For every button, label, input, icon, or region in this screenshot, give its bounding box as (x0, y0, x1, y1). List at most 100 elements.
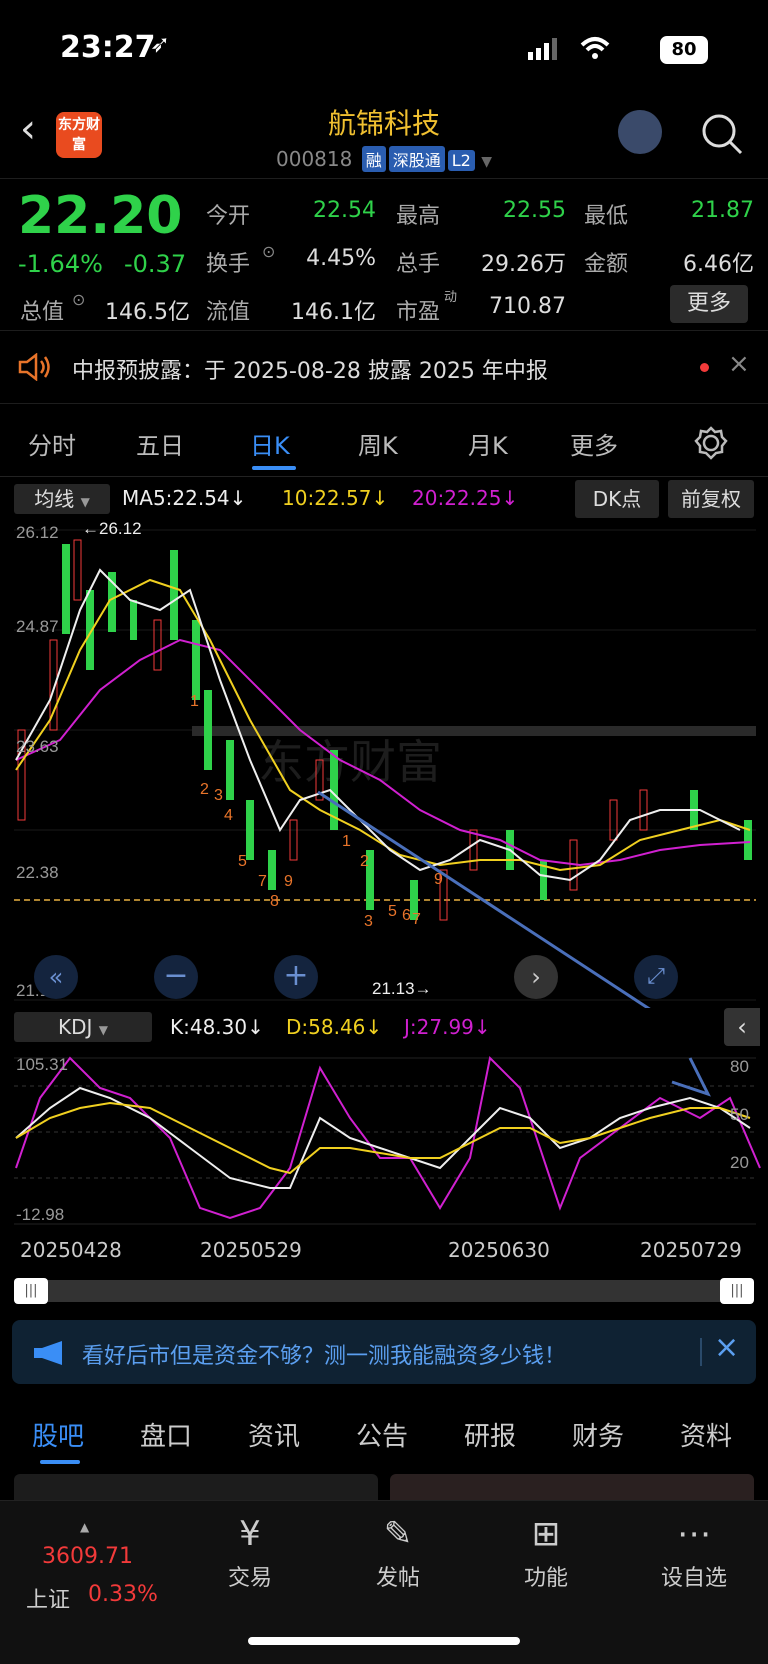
more-button[interactable]: 更多 (670, 285, 748, 323)
tab-news[interactable]: 资讯 (248, 1416, 300, 1453)
scroll-right-button[interactable]: › (514, 955, 558, 999)
notice-bar[interactable]: 中报预披露：于 2025-08-28 披露 2025 年中报 × (0, 330, 768, 404)
svg-text:1: 1 (190, 693, 199, 710)
speaker-icon (18, 353, 50, 381)
scroll-left-button[interactable]: « (34, 955, 78, 999)
kdj-chart[interactable]: 105.31 -12.98 80 50 20 (0, 1048, 768, 1228)
tab-five-day[interactable]: 五日 (136, 426, 184, 461)
date-label: 20250729 (640, 1238, 742, 1262)
tab-weekly-k[interactable]: 周K (358, 426, 398, 461)
svg-text:8: 8 (270, 893, 279, 910)
price-label: 24.87 (16, 617, 59, 636)
adjust-button[interactable]: 前复权 (668, 480, 754, 518)
tab-guba[interactable]: 股吧 (32, 1416, 84, 1453)
svg-text:5: 5 (388, 903, 397, 920)
kdj-right-label: 50 (730, 1105, 749, 1124)
tab-research[interactable]: 研报 (464, 1416, 516, 1453)
svg-text:1: 1 (342, 833, 351, 850)
margin-promo-banner[interactable]: 看好后市但是资金不够？测一测我能融资多少钱！ × (12, 1320, 756, 1384)
tag-margin: 融 (361, 146, 386, 172)
chevron-down-icon: ▼ (98, 1023, 108, 1037)
banner-text: 看好后市但是资金不够？测一测我能融资多少钱！ (82, 1344, 567, 1369)
index-change: 0.33% (88, 1582, 158, 1607)
index-value: 3609.71 (42, 1544, 133, 1569)
dk-button[interactable]: DK点 (575, 480, 659, 518)
gear-icon[interactable] (694, 426, 728, 460)
notice-text: 中报预披露：于 2025-08-28 披露 2025 年中报 (72, 359, 548, 384)
battery-icon: 80 (660, 36, 708, 64)
tab-financials[interactable]: 财务 (572, 1416, 624, 1453)
rocket-icon: ➶ (150, 30, 171, 58)
search-icon[interactable] (700, 112, 744, 156)
range-handle-right[interactable]: ||| (720, 1278, 754, 1304)
robot-assistant-icon[interactable] (618, 110, 662, 154)
label-pe: 市盈 (396, 300, 441, 325)
label-high: 最高 (396, 204, 441, 229)
kline-chart[interactable]: 东方财富 12 34 5789 1235 6 79 ←26.12 21.13→ 26.… (0, 520, 768, 1008)
ma-selector[interactable]: 均线 ▼ (14, 484, 110, 514)
change-percent: -1.64% (18, 250, 103, 278)
dock-post[interactable]: ✎ 发帖 (348, 1514, 448, 1592)
tab-more[interactable]: 更多 (570, 426, 618, 461)
tag-l2: L2 (447, 150, 475, 171)
range-handle-left[interactable]: ||| (14, 1278, 48, 1304)
value-high: 22.55 (503, 198, 566, 223)
zoom-in-button[interactable]: + (274, 955, 318, 999)
zoom-out-button[interactable]: − (154, 955, 198, 999)
date-axis: 20250428 20250529 20250630 20250729 (0, 1232, 768, 1266)
banner-divider (700, 1338, 702, 1366)
info-icon[interactable]: ⊙ (262, 242, 275, 261)
active-tab-indicator (40, 1460, 80, 1464)
fullscreen-button[interactable]: ⤢ (634, 955, 678, 999)
kdj-right-label: 20 (730, 1153, 749, 1172)
dock-divider (0, 1500, 768, 1501)
collapse-panel-button[interactable]: ‹ (724, 1008, 760, 1046)
tab-monthly-k[interactable]: 月K (468, 426, 508, 461)
content-tabs: 股吧 盘口 资讯 公告 研报 财务 资料 (0, 1400, 768, 1470)
tab-intraday[interactable]: 分时 (28, 426, 76, 461)
label-amount: 金额 (584, 252, 629, 277)
price-label: 22.38 (16, 863, 59, 882)
dock-label: 设自选 (660, 1566, 727, 1591)
svg-text:7: 7 (412, 911, 421, 928)
tab-announcements[interactable]: 公告 (356, 1416, 408, 1453)
value-total-cap: 146.5亿 (105, 300, 190, 325)
watermark: 东方财富 (258, 736, 442, 788)
dock-label: 交易 (227, 1566, 272, 1591)
close-icon[interactable]: × (714, 1330, 739, 1365)
close-icon[interactable]: × (728, 349, 750, 379)
ma10-value: 10:22.57↓ (282, 486, 389, 510)
unread-dot (700, 363, 709, 372)
dock-functions[interactable]: ⊞ 功能 (496, 1514, 596, 1592)
caret-up-icon: ▲ (80, 1520, 90, 1534)
active-tab-indicator (252, 466, 296, 470)
info-icon[interactable]: ⊙ (72, 290, 85, 309)
indicator-selector-label: KDJ (57, 1015, 93, 1039)
arrow-head (671, 1057, 711, 1097)
tab-orderbook[interactable]: 盘口 (140, 1416, 192, 1453)
value-pe: 710.87 (489, 294, 566, 319)
value-amount: 6.46亿 (683, 252, 754, 277)
indicator-selector[interactable]: KDJ ▼ (14, 1012, 152, 1042)
svg-text:2: 2 (200, 781, 209, 798)
ma-selector-label: 均线 (34, 487, 75, 511)
tabs-divider (0, 476, 768, 477)
kdj-right-label: 80 (730, 1057, 749, 1076)
pe-superscript: 动 (444, 290, 458, 305)
value-volume: 29.26万 (481, 252, 566, 277)
dock-trade[interactable]: ¥ 交易 (200, 1514, 300, 1592)
ma20-value: 20:22.25↓ (412, 486, 519, 510)
tab-profile[interactable]: 资料 (680, 1416, 732, 1453)
range-slider-track[interactable]: ||| ||| (14, 1278, 754, 1304)
current-price: 22.20 (18, 186, 183, 246)
ma5-line (15, 568, 741, 882)
kdj-d-value: D:58.46↓ (286, 1015, 383, 1039)
market-index-widget[interactable]: ▲ 3609.71 上证 0.33% (26, 1520, 176, 1620)
megaphone-icon (34, 1341, 62, 1365)
low-marker: 21.13→ (372, 979, 432, 998)
home-indicator (248, 1637, 520, 1645)
kdj-j-line (15, 1055, 761, 1220)
dock-watchlist[interactable]: ⋯ 设自选 (644, 1514, 744, 1592)
index-name: 上证 (26, 1588, 71, 1613)
tab-daily-k[interactable]: 日K (250, 426, 290, 461)
